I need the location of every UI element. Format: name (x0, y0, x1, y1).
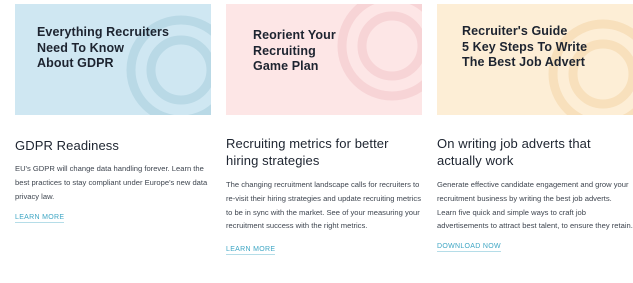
resource-card-gdpr: Everything Recruiters Need To Know About… (15, 4, 211, 224)
resource-card-recruiting-metrics: Reorient Your Recruiting Game Plan Recru… (226, 4, 422, 256)
learn-more-link[interactable]: LEARN MORE (15, 214, 65, 224)
card-description: The changing recruitment landscape calls… (226, 180, 421, 231)
card-banner[interactable]: Recruiter's Guide 5 Key Steps To Write T… (437, 4, 633, 115)
banner-title: Recruiter's Guide 5 Key Steps To Write T… (462, 24, 588, 69)
download-now-link[interactable]: DOWNLOAD NOW (437, 243, 501, 253)
card-title[interactable]: On writing job adverts that actually wor… (437, 135, 633, 169)
card-description: EU's GDPR will change data handling fore… (15, 164, 208, 201)
card-banner[interactable]: Reorient Your Recruiting Game Plan (226, 4, 422, 115)
card-title[interactable]: Recruiting metrics for better hiring str… (226, 135, 422, 169)
circle-decoration-icon (337, 4, 422, 101)
learn-more-link[interactable]: LEARN MORE (226, 246, 276, 256)
card-title[interactable]: GDPR Readiness (15, 137, 211, 154)
card-banner[interactable]: Everything Recruiters Need To Know About… (15, 4, 211, 115)
resource-card-job-adverts: Recruiter's Guide 5 Key Steps To Write T… (437, 4, 633, 253)
banner-title: Reorient Your Recruiting Game Plan (253, 28, 336, 73)
card-description: Generate effective candidate engagement … (437, 180, 633, 231)
banner-title: Everything Recruiters Need To Know About… (37, 25, 170, 70)
